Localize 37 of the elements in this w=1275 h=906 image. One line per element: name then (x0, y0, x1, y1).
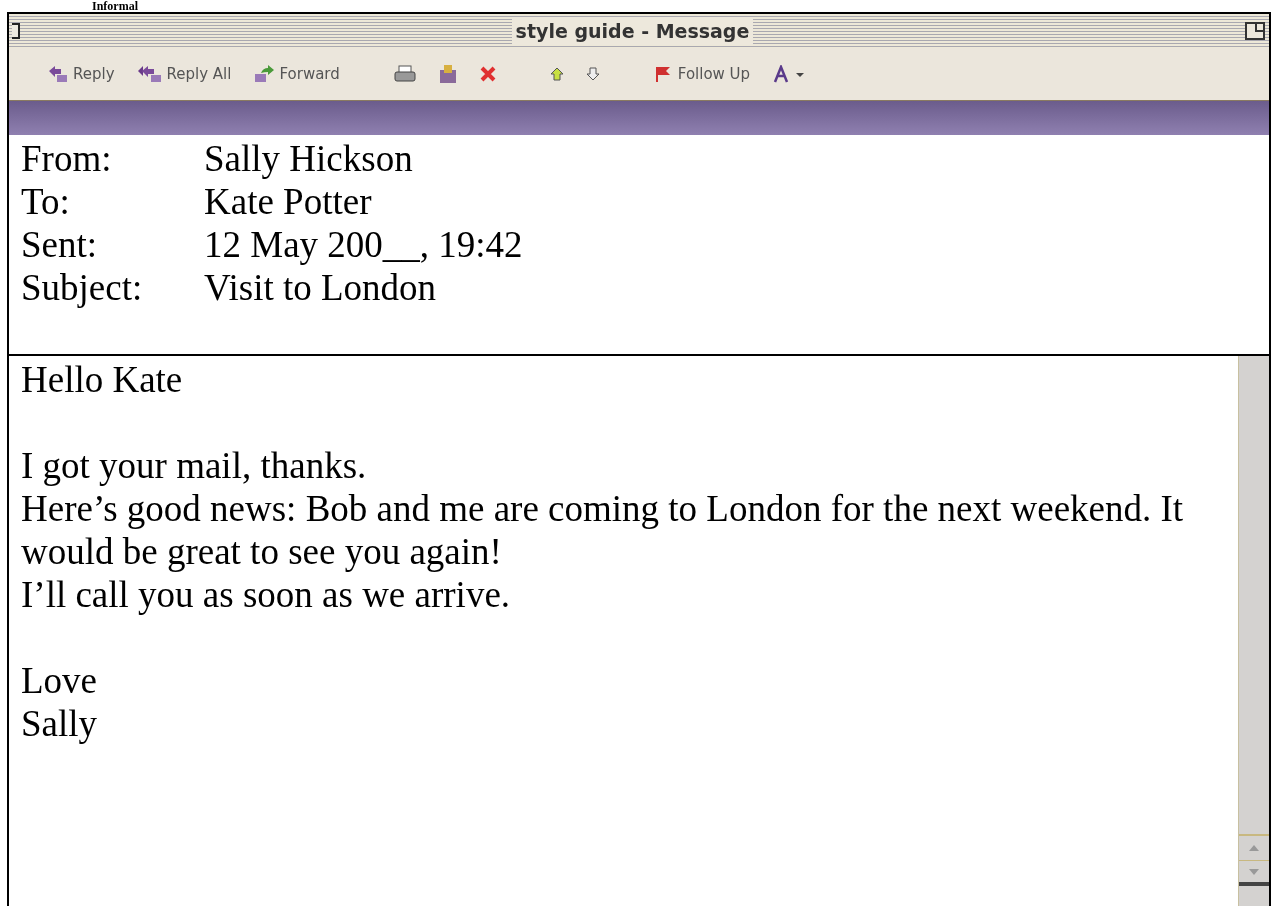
delete-icon (479, 66, 496, 82)
delete-button[interactable] (479, 66, 496, 82)
collapse-icon[interactable] (1245, 22, 1265, 40)
forward-button[interactable]: Forward (253, 62, 340, 86)
next-button[interactable] (585, 67, 600, 81)
message-line: Sally (21, 702, 99, 745)
message-line: Love (21, 659, 99, 702)
header-label: From: (21, 137, 113, 180)
print-icon (393, 65, 416, 83)
window-title: style guide - Message (511, 16, 754, 46)
message-line: I’ll call you as soon as we arrive. (21, 573, 512, 616)
message-line: Hello Kate (21, 358, 184, 401)
window-control-icon[interactable] (12, 23, 20, 39)
scrollbar[interactable] (1238, 356, 1269, 906)
header-value: Sally Hickson (204, 137, 413, 180)
header-label: Sent: (21, 223, 99, 266)
header-label: To: (21, 180, 71, 223)
message-line: Here’s good news: Bob and me are coming to London for the next weekend. It would be great to see you again! (21, 487, 1185, 573)
print-button[interactable] (393, 65, 416, 83)
reply-icon (47, 65, 69, 83)
font-icon (772, 65, 807, 83)
previous-button[interactable] (549, 67, 564, 81)
header-value: Kate Potter (204, 180, 372, 223)
forward-icon (253, 65, 276, 83)
follow-up-button[interactable]: Follow Up (653, 62, 751, 86)
header-label: Subject: (21, 266, 144, 309)
reply-all-button[interactable]: Reply All (136, 62, 232, 86)
caption: Informal (92, 0, 138, 12)
header-value: Visit to London (204, 266, 437, 309)
previous-icon (549, 67, 564, 81)
font-button[interactable] (772, 65, 807, 83)
header-value: 12 May 200__, 19:42 (204, 223, 523, 266)
scroll-down-icon[interactable] (1239, 860, 1269, 886)
next-icon (585, 67, 600, 81)
reply-all-icon (136, 65, 163, 83)
reply-button[interactable]: Reply (47, 62, 115, 86)
message-line: I got your mail, thanks. (21, 444, 368, 487)
